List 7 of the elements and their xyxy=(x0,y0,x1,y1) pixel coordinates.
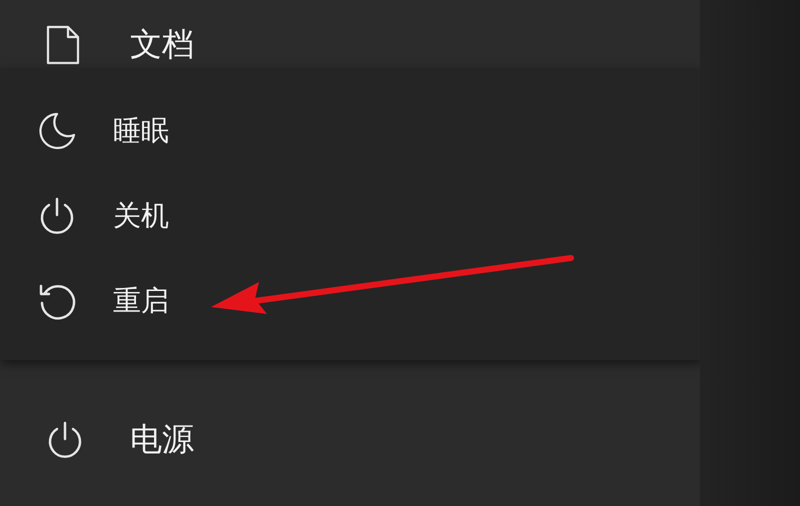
moon-icon xyxy=(37,111,77,151)
menu-item[interactable]: 文档 xyxy=(0,0,700,68)
document-icon xyxy=(46,25,80,65)
menu-item[interactable]: 重启 xyxy=(0,281,702,321)
menu-item[interactable]: 电源 xyxy=(0,418,700,462)
menu-item[interactable]: 睡眠 xyxy=(0,111,702,151)
menu-item[interactable]: 关机 xyxy=(0,196,702,236)
